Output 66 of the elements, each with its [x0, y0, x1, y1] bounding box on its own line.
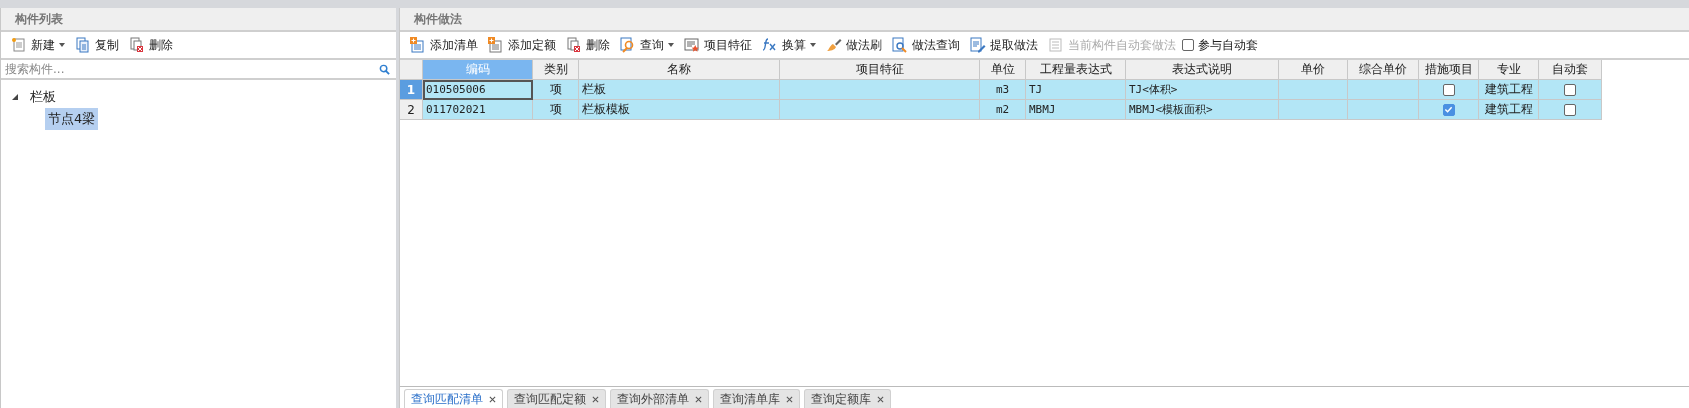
column-header[interactable]: 单位: [980, 60, 1026, 80]
document-edit-icon: [970, 37, 986, 53]
table-cell: 项: [533, 100, 579, 120]
close-icon[interactable]: [489, 395, 496, 403]
new-document-icon: [11, 37, 27, 53]
tab[interactable]: 查询定额库: [804, 389, 891, 408]
checkbox-label: 参与自动套: [1198, 36, 1258, 54]
column-header[interactable]: 单价: [1279, 60, 1348, 80]
table-cell: TJ<体积>: [1126, 80, 1279, 100]
column-header[interactable]: 项目特征: [780, 60, 980, 80]
brush-icon: [826, 37, 842, 53]
table-cell: 栏板: [579, 80, 780, 100]
fx-icon: [762, 37, 778, 53]
caret-icon: [810, 43, 816, 47]
document-search-icon: [892, 37, 908, 53]
column-header[interactable]: 表达式说明: [1126, 60, 1279, 80]
row-number[interactable]: 2: [400, 100, 423, 120]
panel-title: 构件列表: [1, 8, 396, 32]
table-cell: 010505006: [423, 80, 533, 100]
document-icon: [1048, 37, 1064, 53]
table-cell: m2: [980, 100, 1026, 120]
table-cell: TJ: [1026, 80, 1126, 100]
close-icon[interactable]: [786, 395, 793, 403]
checkbox[interactable]: [1564, 83, 1576, 96]
checkbox[interactable]: [1564, 103, 1576, 116]
table-cell: MBMJ<模板面积>: [1126, 100, 1279, 120]
tree-item[interactable]: 节点4梁: [45, 108, 99, 130]
checkbox[interactable]: [1442, 83, 1455, 96]
checkbox[interactable]: [1182, 39, 1194, 51]
column-header[interactable]: 措施项目: [1419, 60, 1479, 80]
table-cell: 建筑工程: [1479, 100, 1539, 120]
column-header[interactable]: 工程量表达式: [1026, 60, 1126, 80]
delete-icon: [129, 37, 145, 53]
table-cell: 011702021: [423, 100, 533, 120]
tab[interactable]: 查询匹配定额: [507, 389, 606, 408]
checkbox[interactable]: [1442, 103, 1455, 116]
caret-icon: [59, 43, 65, 47]
close-icon[interactable]: [592, 395, 599, 403]
table-cell: 建筑工程: [1479, 80, 1539, 100]
delete-icon: [566, 37, 582, 53]
column-header[interactable]: 类别: [533, 60, 579, 80]
caret-icon: [668, 43, 674, 47]
expander-icon[interactable]: [11, 93, 19, 101]
close-icon[interactable]: [695, 395, 702, 403]
column-header[interactable]: 综合单价: [1348, 60, 1419, 80]
table-cell: 项: [533, 80, 579, 100]
feature-list-icon: [684, 37, 700, 53]
column-header[interactable]: 名称: [579, 60, 780, 80]
column-header[interactable]: 自动套: [1539, 60, 1602, 80]
table-cell: MBMJ: [1026, 100, 1126, 120]
tab[interactable]: 查询外部清单: [610, 389, 709, 408]
tab[interactable]: 查询清单库: [713, 389, 800, 408]
column-header[interactable]: 专业: [1479, 60, 1539, 80]
table-cell: [1279, 100, 1348, 120]
table-cell: 栏板模板: [579, 100, 780, 120]
panel-title: 构件做法: [400, 8, 1689, 32]
search-icon[interactable]: [379, 63, 390, 75]
close-icon[interactable]: [877, 395, 884, 403]
table-cell: [1279, 80, 1348, 100]
tree-item[interactable]: 栏板: [27, 86, 59, 108]
copy-icon: [75, 37, 91, 53]
search-icon: [620, 37, 636, 53]
tab[interactable]: 查询匹配清单: [404, 389, 503, 408]
add-quota-icon: [488, 37, 504, 53]
table-cell: m3: [980, 80, 1026, 100]
add-list-icon: [410, 37, 426, 53]
